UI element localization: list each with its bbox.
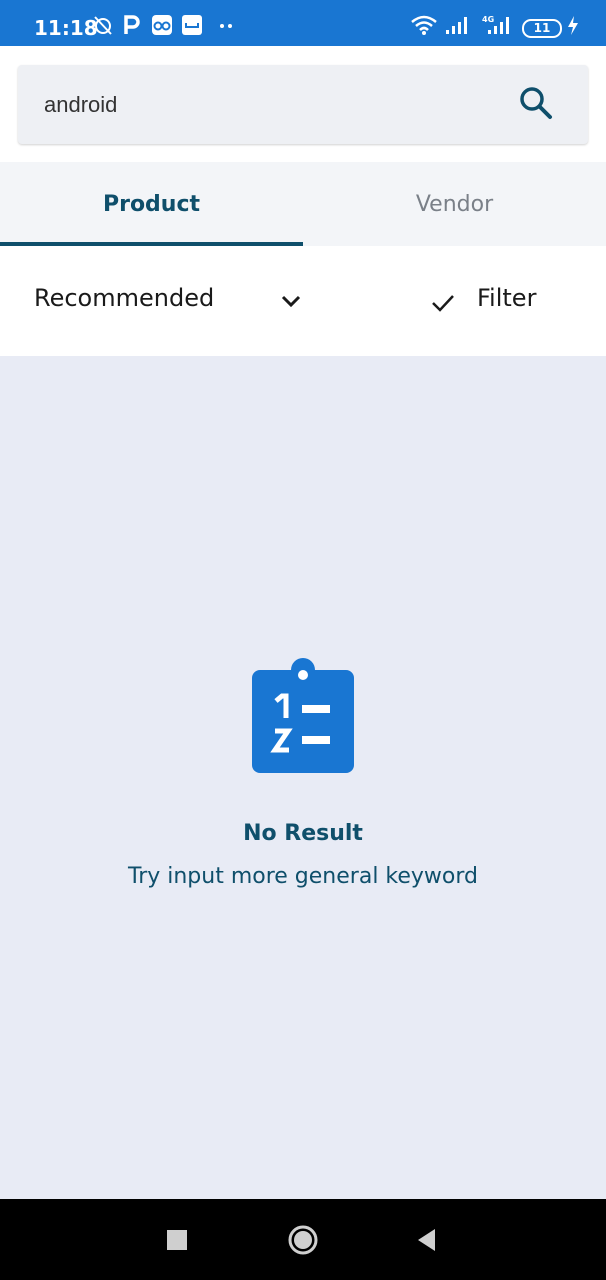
search-area: [0, 46, 606, 162]
tab-vendor-label: Vendor: [415, 191, 494, 217]
app-notification-icon: [182, 15, 202, 35]
more-notifications-icon: [220, 24, 232, 28]
filter-label: Filter: [477, 284, 537, 312]
tab-bar: Product Vendor: [0, 162, 606, 246]
status-time: 11:18: [34, 16, 98, 40]
check-icon: [432, 295, 454, 312]
alarm-off-icon: [94, 16, 112, 35]
wifi-icon: [411, 15, 437, 35]
search-box[interactable]: [18, 65, 588, 144]
search-icon[interactable]: [516, 83, 556, 123]
status-bar: 11:18 4G 11: [0, 0, 606, 46]
no-result-subtitle: Try input more general keyword: [127, 864, 479, 889]
sort-dropdown-label[interactable]: Recommended: [34, 284, 214, 312]
signal-icon: [446, 17, 467, 34]
back-button[interactable]: [410, 1223, 444, 1257]
home-button[interactable]: [286, 1223, 320, 1257]
empty-state: No Result Try input more general keyword: [0, 356, 606, 1199]
tab-vendor[interactable]: Vendor: [303, 162, 606, 246]
filter-button[interactable]: Filter: [428, 276, 568, 326]
clipboard-list-icon: [252, 658, 354, 773]
no-result-title: No Result: [243, 821, 363, 846]
search-input[interactable]: [44, 85, 504, 125]
signal-4g-icon: [488, 17, 509, 34]
sort-filter-row: Recommended Filter: [0, 246, 606, 356]
navigation-bar: [0, 1199, 606, 1280]
tab-product[interactable]: Product: [0, 162, 303, 246]
tripadvisor-icon: [152, 15, 172, 35]
battery-indicator: 11: [522, 19, 562, 38]
tab-product-label: Product: [102, 191, 201, 217]
chevron-down-icon[interactable]: [278, 288, 304, 314]
parking-icon: [124, 15, 140, 34]
recents-button[interactable]: [160, 1223, 194, 1257]
charging-icon: [568, 16, 578, 35]
